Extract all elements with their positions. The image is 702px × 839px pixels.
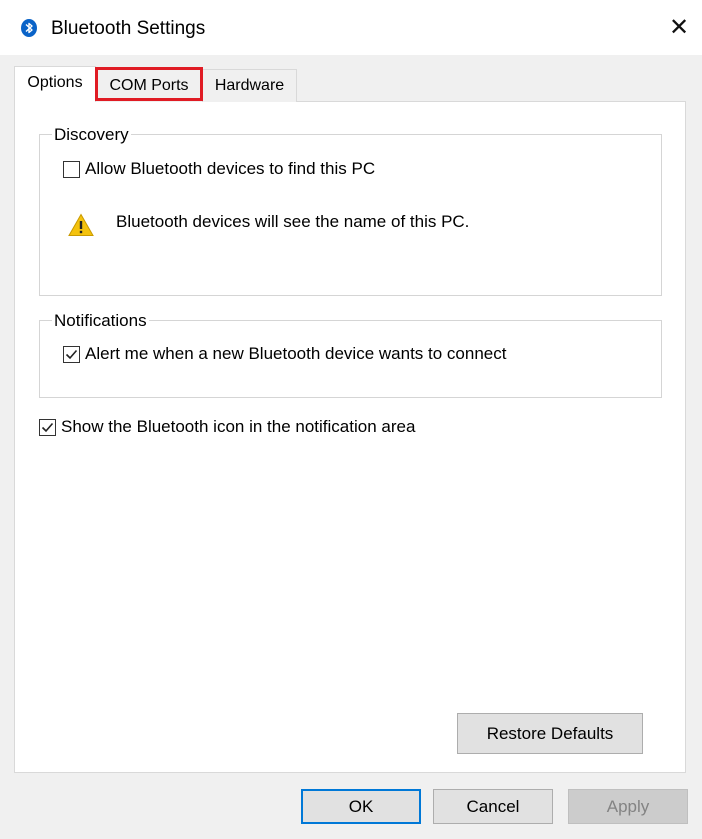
close-button[interactable]: ✕ xyxy=(656,0,702,55)
warning-text: Bluetooth devices will see the name of t… xyxy=(116,212,470,231)
show-bluetooth-icon-checkbox[interactable]: Show the Bluetooth icon in the notificat… xyxy=(39,417,415,437)
cancel-button[interactable]: Cancel xyxy=(433,789,553,824)
tab-hardware[interactable]: Hardware xyxy=(203,69,297,102)
allow-discovery-checkbox[interactable]: Allow Bluetooth devices to find this PC xyxy=(63,159,375,179)
title-bar: Bluetooth Settings ✕ xyxy=(0,0,702,55)
allow-discovery-label: Allow Bluetooth devices to find this PC xyxy=(85,159,376,178)
discovery-group-label: Discovery xyxy=(52,125,131,145)
notifications-group-label: Notifications xyxy=(52,311,149,331)
bluetooth-settings-dialog: Bluetooth Settings ✕ Options COM Ports H… xyxy=(0,0,702,839)
ok-button[interactable]: OK xyxy=(301,789,421,824)
checkmark-icon xyxy=(41,422,54,432)
checkbox-box[interactable] xyxy=(63,345,80,363)
warning-icon xyxy=(68,213,94,236)
close-icon: ✕ xyxy=(668,14,690,41)
bluetooth-icon xyxy=(21,19,37,37)
tab-options-label: Options xyxy=(27,74,83,91)
checkbox-box[interactable] xyxy=(39,418,56,436)
tab-options[interactable]: Options xyxy=(14,66,96,102)
tab-com-ports-label: COM Ports xyxy=(109,77,189,94)
checkmark-icon xyxy=(65,349,78,359)
alert-new-device-label: Alert me when a new Bluetooth device wan… xyxy=(85,344,507,363)
tab-com-ports[interactable]: COM Ports xyxy=(95,69,203,102)
show-bluetooth-icon-label: Show the Bluetooth icon in the notificat… xyxy=(61,417,416,436)
tab-hardware-label: Hardware xyxy=(214,77,285,94)
window-title: Bluetooth Settings xyxy=(51,18,206,39)
apply-button[interactable]: Apply xyxy=(568,789,688,824)
restore-defaults-button[interactable]: Restore Defaults xyxy=(457,713,643,754)
alert-new-device-checkbox[interactable]: Alert me when a new Bluetooth device wan… xyxy=(63,344,506,364)
checkbox-box[interactable] xyxy=(63,160,80,178)
